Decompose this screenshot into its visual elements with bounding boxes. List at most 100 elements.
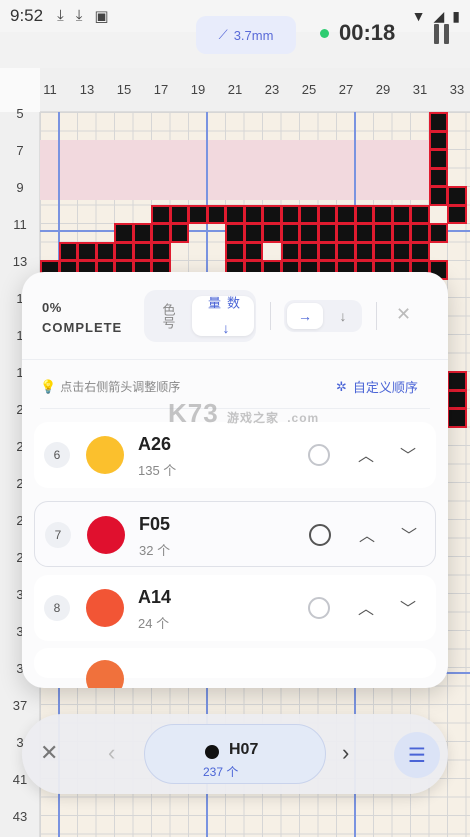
bead-cell <box>206 204 226 224</box>
bead-cell <box>410 204 430 224</box>
column-label: 17 <box>153 82 169 97</box>
color-code: A26 <box>138 434 172 454</box>
direction-toggle: → ↓ <box>284 300 362 332</box>
bead-cell <box>391 241 411 261</box>
row-label: 9 <box>16 180 24 195</box>
bead-cell <box>447 204 467 224</box>
item-index: 6 <box>44 442 70 468</box>
bead-cell <box>132 241 152 261</box>
bead-cell <box>151 241 171 261</box>
move-down-button[interactable]: ﹀ <box>397 522 421 546</box>
bead-cell <box>132 223 152 243</box>
row-label: 37 <box>12 698 28 713</box>
bead-cell <box>225 223 245 243</box>
bead-cell <box>243 204 263 224</box>
previous-color-button[interactable]: ‹ <box>108 740 115 766</box>
bead-cell <box>428 112 448 132</box>
bead-cell <box>410 241 430 261</box>
bead-cell <box>225 204 245 224</box>
color-list-sheet: 0% COMPLETE 色号 数量 ↓ → ↓ ✕ 💡 点击右侧箭头调整顺序 ✲… <box>22 272 448 688</box>
color-list-button[interactable]: ☰ <box>394 732 440 778</box>
divider <box>270 302 271 330</box>
column-label: 33 <box>449 82 465 97</box>
bead-cell <box>95 241 115 261</box>
list-item[interactable]: 6 A26 135 个 ︿ ﹀ <box>34 422 436 488</box>
color-swatch <box>86 589 124 627</box>
bead-cell <box>428 186 448 206</box>
bead-cell <box>225 241 245 261</box>
timer: 00:18 <box>320 20 395 46</box>
top-toolbar: ⟋ 3.7mm 00:18 <box>0 12 470 58</box>
bead-cell <box>317 241 337 261</box>
column-label: 13 <box>79 82 95 97</box>
bead-cell <box>336 241 356 261</box>
bead-cell <box>447 408 467 428</box>
bead-cell <box>373 204 393 224</box>
bead-cell <box>299 223 319 243</box>
column-label: 11 <box>43 82 57 97</box>
sparkle-icon: ✲ <box>336 378 347 394</box>
move-down-button[interactable]: ﹀ <box>396 442 420 466</box>
current-color-button[interactable]: H07 237 个 <box>144 724 326 784</box>
bead-cell <box>391 204 411 224</box>
bead-count: 32 个 <box>139 543 171 558</box>
column-label: 15 <box>116 82 132 97</box>
color-code: A14 <box>138 587 172 607</box>
column-label: 19 <box>190 82 206 97</box>
bead-cell <box>280 223 300 243</box>
bead-cell <box>317 204 337 224</box>
row-label: 13 <box>12 254 28 269</box>
bead-cell <box>373 223 393 243</box>
bead-size-chip[interactable]: ⟋ 3.7mm <box>196 16 296 54</box>
bead-cell <box>151 204 171 224</box>
bead-cell <box>428 130 448 150</box>
sort-by-count-button[interactable]: 数量 ↓ <box>192 296 254 336</box>
current-color-code: H07 <box>229 741 259 758</box>
select-radio[interactable] <box>308 444 330 466</box>
bottom-bar: ✕ ‹ H07 237 个 › ☰ <box>22 714 448 794</box>
arrow-down-icon: ↓ <box>222 320 230 336</box>
row-label: 43 <box>12 809 28 824</box>
timer-running-dot <box>320 28 329 38</box>
list-item[interactable] <box>34 648 436 688</box>
color-swatch <box>86 436 124 474</box>
move-up-button[interactable]: ︿ <box>355 522 379 546</box>
direction-horizontal-button[interactable]: → <box>287 303 323 329</box>
color-swatch <box>86 660 124 688</box>
column-label: 21 <box>227 82 243 97</box>
bead-cell <box>299 204 319 224</box>
bead-cell <box>58 241 78 261</box>
bead-cell <box>428 167 448 187</box>
select-radio[interactable] <box>309 524 331 546</box>
column-label: 25 <box>301 82 317 97</box>
move-up-button[interactable]: ︿ <box>354 595 378 619</box>
custom-order-button[interactable]: ✲ 自定义顺序 <box>336 377 418 396</box>
bead-cell <box>262 204 282 224</box>
bead-cell <box>243 223 263 243</box>
bead-cell <box>280 204 300 224</box>
column-label: 27 <box>338 82 354 97</box>
sort-toggle: 色号 数量 ↓ <box>144 290 256 342</box>
progress: 0% COMPLETE <box>42 298 122 338</box>
select-radio[interactable] <box>308 597 330 619</box>
list-item[interactable]: 7 F05 32 个 ︿ ﹀ <box>34 501 436 567</box>
bead-size-value: 3.7mm <box>233 27 274 43</box>
bead-cell <box>428 149 448 169</box>
move-down-button[interactable]: ﹀ <box>396 595 420 619</box>
next-color-button[interactable]: › <box>342 740 349 766</box>
list-item[interactable]: 8 A14 24 个 ︿ ﹀ <box>34 575 436 641</box>
bead-cell <box>373 241 393 261</box>
color-code: F05 <box>139 514 171 534</box>
bead-cell <box>428 223 448 243</box>
direction-vertical-button[interactable]: ↓ <box>325 303 361 329</box>
bead-cell <box>391 223 411 243</box>
item-index: 8 <box>44 595 70 621</box>
bead-cell <box>447 389 467 409</box>
bead-cell <box>280 241 300 261</box>
close-sheet-button[interactable]: ✕ <box>396 304 411 325</box>
sort-by-color-button[interactable]: 色号 <box>148 296 188 336</box>
exit-button[interactable]: ✕ <box>40 740 58 766</box>
bead-cell <box>447 371 467 391</box>
move-up-button[interactable]: ︿ <box>354 442 378 466</box>
pause-button[interactable] <box>434 24 450 44</box>
